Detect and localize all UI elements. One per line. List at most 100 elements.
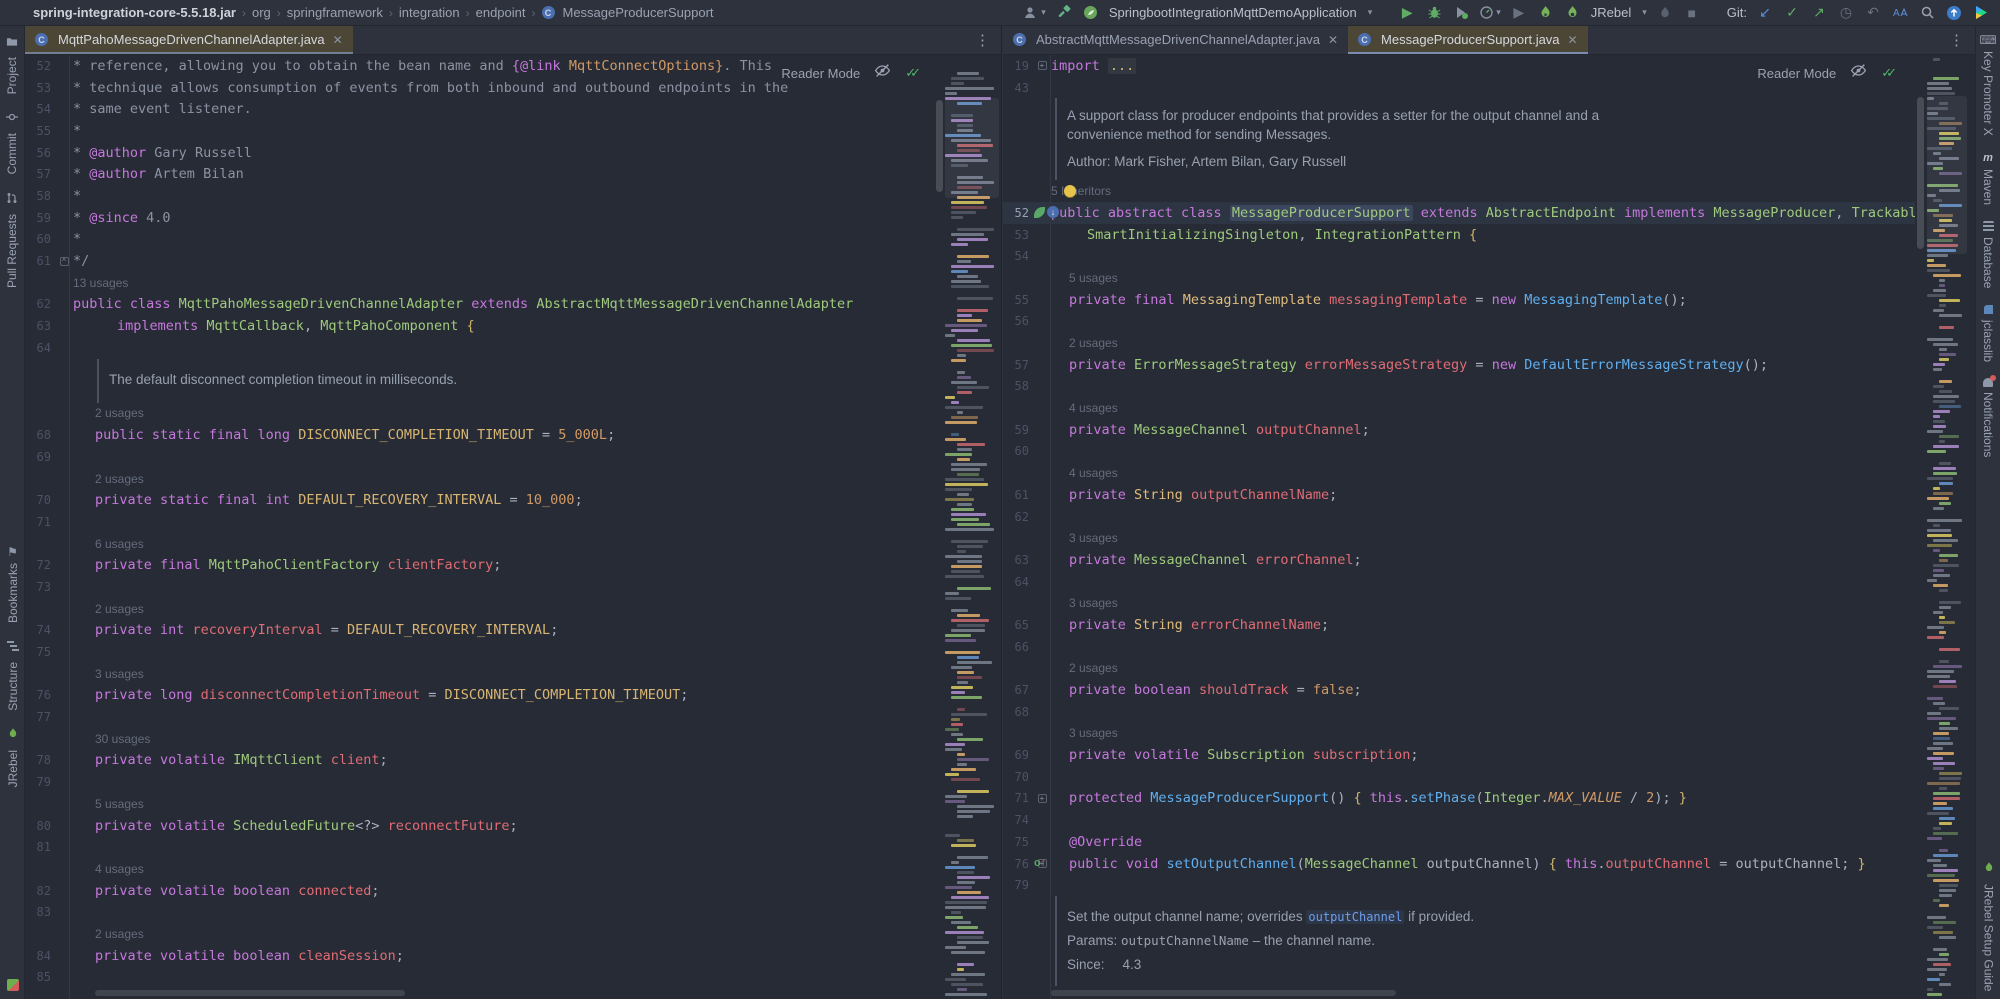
line-number[interactable]: 78 bbox=[25, 753, 55, 767]
line-number[interactable]: 83 bbox=[25, 905, 55, 919]
run-configuration-select[interactable]: SpringbootIntegrationMqttDemoApplication bbox=[1109, 5, 1357, 20]
line-number[interactable]: 54 bbox=[1003, 249, 1033, 263]
code-line[interactable]: 62 public class MqttPahoMessageDrivenChan… bbox=[25, 294, 941, 316]
code-line[interactable]: 54 bbox=[1003, 245, 1915, 267]
stripe-item-jrebel[interactable]: JRebel bbox=[0, 719, 25, 795]
code-line[interactable]: 85 bbox=[25, 967, 941, 989]
jrebel-debug-icon[interactable] bbox=[1564, 3, 1582, 23]
line-number[interactable]: 76 bbox=[1003, 857, 1033, 871]
usages-inlay[interactable]: 3 usages bbox=[25, 663, 941, 685]
code-line[interactable]: 62 bbox=[1003, 506, 1915, 528]
usages-inlay[interactable]: 5 Inheritors bbox=[1003, 180, 1915, 202]
line-number[interactable]: 60 bbox=[25, 232, 55, 246]
vertical-scrollbar[interactable] bbox=[936, 100, 943, 192]
play-colored-icon[interactable] bbox=[1972, 3, 1990, 23]
code-line[interactable]: 76 + public void setOutputChannel(MessageC… bbox=[1003, 853, 1915, 875]
horizontal-scrollbar[interactable] bbox=[95, 990, 405, 996]
usages-inlay[interactable]: 4 usages bbox=[1003, 397, 1915, 419]
tab-mqttpaho-adapter[interactable]: C MqttPahoMessageDrivenChannelAdapter.ja… bbox=[25, 25, 353, 54]
minimap-viewport[interactable] bbox=[1927, 96, 1967, 254]
jrebel-logo-icon[interactable] bbox=[0, 971, 25, 999]
stripe-item-jclasslib[interactable]: jclasslib bbox=[1976, 296, 2000, 370]
breadcrumb-item[interactable]: integration bbox=[399, 5, 460, 20]
overriding-marker-icon[interactable]: o ↑ bbox=[1034, 857, 1046, 869]
code-line[interactable]: 64 bbox=[25, 337, 941, 359]
build-hammer-icon[interactable] bbox=[1055, 3, 1073, 23]
code-line[interactable]: 69 bbox=[25, 446, 941, 468]
git-commit-icon[interactable]: ✓ bbox=[1783, 3, 1801, 23]
line-number[interactable]: 85 bbox=[25, 970, 55, 984]
doc-link[interactable]: outputChannel bbox=[1306, 910, 1405, 925]
line-number[interactable]: 74 bbox=[25, 623, 55, 637]
usages-inlay[interactable]: 3 usages bbox=[1003, 723, 1915, 745]
code-line[interactable]: 63 private MessageChannel errorChannel; bbox=[1003, 549, 1915, 571]
line-number[interactable]: 57 bbox=[25, 167, 55, 181]
code-line[interactable]: 81 bbox=[25, 836, 941, 858]
line-number[interactable]: 63 bbox=[25, 319, 55, 333]
fold-marker-icon[interactable]: + bbox=[1037, 793, 1047, 803]
breadcrumb-item[interactable]: endpoint bbox=[476, 5, 526, 20]
chevron-down-icon[interactable]: ▾ bbox=[1642, 7, 1647, 18]
line-number[interactable]: 54 bbox=[25, 102, 55, 116]
history-icon[interactable]: ◷ bbox=[1837, 3, 1855, 23]
horizontal-scrollbar[interactable] bbox=[1051, 990, 1396, 996]
code-line[interactable]: 82 private volatile boolean connected; bbox=[25, 880, 941, 902]
usages-inlay[interactable]: 3 usages bbox=[1003, 592, 1915, 614]
stripe-item-maven[interactable]: m Maven bbox=[1976, 144, 2000, 213]
minimap-viewport[interactable] bbox=[945, 98, 999, 198]
fold-marker-icon[interactable]: ^ bbox=[59, 256, 69, 266]
line-number[interactable]: 64 bbox=[1003, 575, 1033, 589]
code-line[interactable]: 80 private volatile ScheduledFuture<?> re… bbox=[25, 815, 941, 837]
line-number[interactable]: 64 bbox=[25, 341, 55, 355]
line-number[interactable]: 68 bbox=[25, 428, 55, 442]
code-line[interactable]: 73 bbox=[25, 576, 941, 598]
line-number[interactable]: 60 bbox=[1003, 444, 1033, 458]
search-icon[interactable] bbox=[1918, 3, 1936, 23]
minimap[interactable] bbox=[1927, 58, 1967, 999]
code-line[interactable]: 70 bbox=[1003, 766, 1915, 788]
line-number[interactable]: 65 bbox=[1003, 618, 1033, 632]
code-line[interactable]: 65 private String errorChannelName; bbox=[1003, 614, 1915, 636]
line-number[interactable]: 69 bbox=[1003, 748, 1033, 762]
breadcrumb-item[interactable]: springframework bbox=[287, 5, 383, 20]
usages-inlay[interactable]: 2 usages bbox=[25, 468, 941, 490]
jrebel-run-icon[interactable] bbox=[1537, 3, 1555, 23]
line-number[interactable]: 58 bbox=[1003, 379, 1033, 393]
line-number[interactable]: 56 bbox=[1003, 314, 1033, 328]
line-number[interactable]: 61 bbox=[25, 254, 55, 268]
usages-inlay[interactable]: 2 usages bbox=[1003, 332, 1915, 354]
line-number[interactable]: 58 bbox=[25, 189, 55, 203]
line-number[interactable]: 69 bbox=[25, 450, 55, 464]
tab-options-icon[interactable]: ⋮ bbox=[975, 31, 991, 49]
line-number[interactable]: 84 bbox=[25, 949, 55, 963]
code-line[interactable]: 74 bbox=[1003, 809, 1915, 831]
code-line[interactable]: 55 private final MessagingTemplate messag… bbox=[1003, 289, 1915, 311]
line-number[interactable]: 79 bbox=[1003, 878, 1033, 892]
usages-inlay[interactable]: 2 usages bbox=[25, 923, 941, 945]
hide-inlays-icon[interactable] bbox=[874, 62, 891, 84]
code-line[interactable]: 75 @Override bbox=[1003, 831, 1915, 853]
code-line[interactable]: 79 bbox=[25, 771, 941, 793]
line-number[interactable]: 62 bbox=[25, 297, 55, 311]
stripe-item-jrebel-setup-guide[interactable]: JRebel Setup Guide bbox=[1976, 853, 2000, 999]
breadcrumb-root[interactable]: spring-integration-core-5.5.18.jar bbox=[33, 5, 236, 20]
line-number[interactable]: 43 bbox=[1003, 81, 1033, 95]
stripe-item-project[interactable]: Project bbox=[0, 26, 24, 102]
code-line[interactable]: 54 * same event listener. bbox=[25, 98, 941, 120]
line-number[interactable]: 73 bbox=[25, 580, 55, 594]
usages-inlay[interactable]: 13 usages bbox=[25, 272, 941, 294]
code-line[interactable]: 69 private volatile Subscription subscrip… bbox=[1003, 744, 1915, 766]
stripe-item-key-promoter-x[interactable]: ⌨ Key Promoter X bbox=[1976, 26, 2000, 144]
update-available-icon[interactable] bbox=[1945, 3, 1963, 23]
code-line[interactable]: 55 * bbox=[25, 120, 941, 142]
rollback-icon[interactable]: ↶ bbox=[1864, 3, 1882, 23]
line-number[interactable]: 59 bbox=[25, 211, 55, 225]
code-line[interactable]: 53 SmartInitializingSingleton, Integratio… bbox=[1003, 224, 1915, 246]
code-line[interactable]: 71 bbox=[25, 511, 941, 533]
line-number[interactable]: 72 bbox=[25, 558, 55, 572]
breadcrumb[interactable]: spring-integration-core-5.5.18.jar › org › s… bbox=[0, 5, 714, 20]
spring-boot-icon[interactable] bbox=[1082, 3, 1100, 23]
code-line[interactable]: 68 public static final long DISCONNECT_CO… bbox=[25, 424, 941, 446]
stripe-item-structure[interactable]: Structure bbox=[0, 631, 25, 719]
minimap[interactable] bbox=[945, 58, 999, 999]
